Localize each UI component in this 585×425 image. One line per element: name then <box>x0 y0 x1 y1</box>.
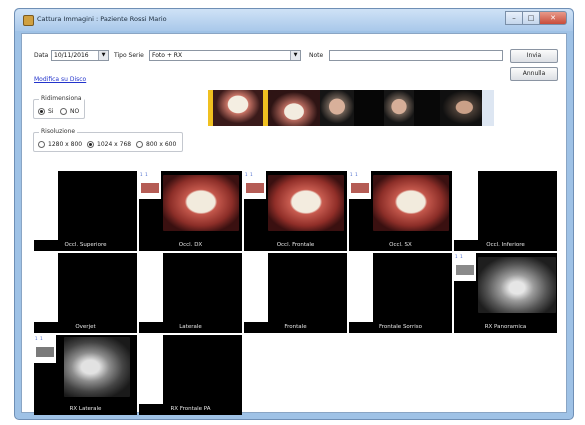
ridimensiona-title: Ridimensiona <box>39 95 84 102</box>
ridimensiona-group: Ridimensiona Si NO <box>33 95 85 119</box>
date-dropdown-icon[interactable]: ▼ <box>98 51 108 60</box>
radio-selected-icon <box>38 108 45 115</box>
slot-photo-ceph-xray <box>64 337 130 397</box>
slot-label: Frontale <box>284 324 307 330</box>
risoluzione-group: Risoluzione 1280 x 800 1024 x 768 800 x … <box>33 128 183 152</box>
note-input[interactable] <box>329 50 503 61</box>
slot-placeholder <box>139 335 163 404</box>
slot-label: Laterale <box>179 324 202 330</box>
slot-frontale[interactable]: Frontale <box>244 253 347 333</box>
strip-image-dark[interactable] <box>354 90 384 126</box>
tipo-serie-dropdown-icon[interactable]: ▼ <box>290 51 300 60</box>
slot-label: Occl. DX <box>178 242 203 248</box>
slot-placeholder <box>34 253 58 322</box>
modifica-disco-link[interactable]: Modifica su Disco <box>34 76 86 83</box>
tipo-serie-select[interactable]: Foto + RX ▼ <box>149 50 301 61</box>
slot-placeholder <box>139 253 163 322</box>
slot-photo-xray <box>478 257 556 313</box>
slot-photo-teeth <box>163 175 239 231</box>
slot-laterale[interactable]: Laterale <box>139 253 242 333</box>
strip-image-face-profile[interactable] <box>440 90 482 126</box>
strip-image-dark[interactable] <box>414 90 440 126</box>
slot-occl-inferiore[interactable]: Occl. Inferiore <box>454 171 557 251</box>
res-800-radio[interactable]: 800 x 600 <box>136 141 176 148</box>
ridimensiona-si-radio[interactable]: Si <box>38 108 53 115</box>
slot-mini-preview: 1 1 <box>244 171 266 199</box>
strip-image-face-smile[interactable] <box>384 90 414 126</box>
note-label: Note <box>309 52 324 59</box>
maximize-icon[interactable]: □ <box>522 11 540 25</box>
slot-label: Occl. SX <box>389 242 412 248</box>
slot-label: Frontale Sorriso <box>379 324 422 330</box>
tipo-serie-value: Foto + RX <box>152 52 183 59</box>
slot-mini-preview: 1 1 <box>454 253 476 281</box>
client-area: Data 10/11/2016 ▼ Tipo Serie Foto + RX ▼… <box>21 33 567 415</box>
window-controls: – □ ✕ <box>505 11 567 25</box>
slot-rx-frontale-pa[interactable]: RX Frontale PA <box>139 335 242 415</box>
slot-frontale-sorriso[interactable]: Frontale Sorriso <box>349 253 452 333</box>
slot-label: Occl. Inferiore <box>486 242 525 248</box>
strip-image-face-front[interactable] <box>320 90 354 126</box>
slot-label: Overjet <box>75 324 96 330</box>
radio-icon <box>38 141 45 148</box>
slot-photo-teeth <box>373 175 449 231</box>
slot-rx-laterale[interactable]: 1 1 RX Laterale <box>34 335 137 415</box>
slot-label: RX Laterale <box>69 406 102 412</box>
slot-occl-dx[interactable]: 1 1 Occl. DX <box>139 171 242 251</box>
slot-mini-preview: 1 1 <box>349 171 371 199</box>
slot-occl-frontale[interactable]: 1 1 Occl. Frontale <box>244 171 347 251</box>
radio-icon <box>136 141 143 148</box>
res-1280-label: 1280 x 800 <box>48 141 83 148</box>
res-1024-label: 1024 x 768 <box>97 141 132 148</box>
tipo-serie-label: Tipo Serie <box>114 52 144 59</box>
ridimensiona-no-label: NO <box>70 108 80 115</box>
slot-label: RX Frontale PA <box>170 406 211 412</box>
minimize-icon[interactable]: – <box>505 11 523 25</box>
slot-label: RX Panoramica <box>484 324 527 330</box>
slot-rx-panoramica[interactable]: 1 1 RX Panoramica <box>454 253 557 333</box>
slot-placeholder <box>349 253 373 322</box>
ridimensiona-si-label: Si <box>48 108 54 115</box>
date-field[interactable]: 10/11/2016 ▼ <box>51 50 109 61</box>
slot-occl-superiore[interactable]: Occl. Superiore <box>34 171 137 251</box>
ridimensiona-no-radio[interactable]: NO <box>60 108 79 115</box>
strip-image-upper-arch[interactable] <box>213 90 263 126</box>
close-icon[interactable]: ✕ <box>539 11 567 25</box>
title-bar[interactable]: Cattura Immagini : Paziente Rossi Mario … <box>15 9 573 31</box>
data-label: Data <box>34 52 49 59</box>
strip-image-edge[interactable] <box>482 90 494 126</box>
slot-photo-teeth <box>268 175 344 231</box>
res-1280-radio[interactable]: 1280 x 800 <box>38 141 82 148</box>
date-value: 10/11/2016 <box>54 52 89 59</box>
slot-mini-preview: 1 1 <box>139 171 161 199</box>
window-title: Cattura Immagini : Paziente Rossi Mario <box>37 15 167 23</box>
strip-image-lower-arch[interactable] <box>268 90 320 126</box>
app-icon <box>23 15 34 26</box>
captured-image-strip <box>208 90 494 126</box>
annulla-button[interactable]: Annulla <box>510 67 558 81</box>
slot-placeholder <box>34 171 58 240</box>
capture-window: Cattura Immagini : Paziente Rossi Mario … <box>14 8 574 420</box>
radio-icon <box>60 108 67 115</box>
slot-occl-sx[interactable]: 1 1 Occl. SX <box>349 171 452 251</box>
radio-selected-icon <box>87 141 94 148</box>
slot-placeholder <box>454 171 478 240</box>
risoluzione-title: Risoluzione <box>39 128 78 135</box>
slot-overjet[interactable]: Overjet <box>34 253 137 333</box>
slot-mini-preview: 1 1 <box>34 335 56 363</box>
slot-label: Occl. Superiore <box>64 242 107 248</box>
res-800-label: 800 x 600 <box>146 141 177 148</box>
res-1024-radio[interactable]: 1024 x 768 <box>87 141 131 148</box>
slot-placeholder <box>244 253 268 322</box>
invia-button[interactable]: Invia <box>510 49 558 63</box>
slot-label: Occl. Frontale <box>276 242 315 248</box>
